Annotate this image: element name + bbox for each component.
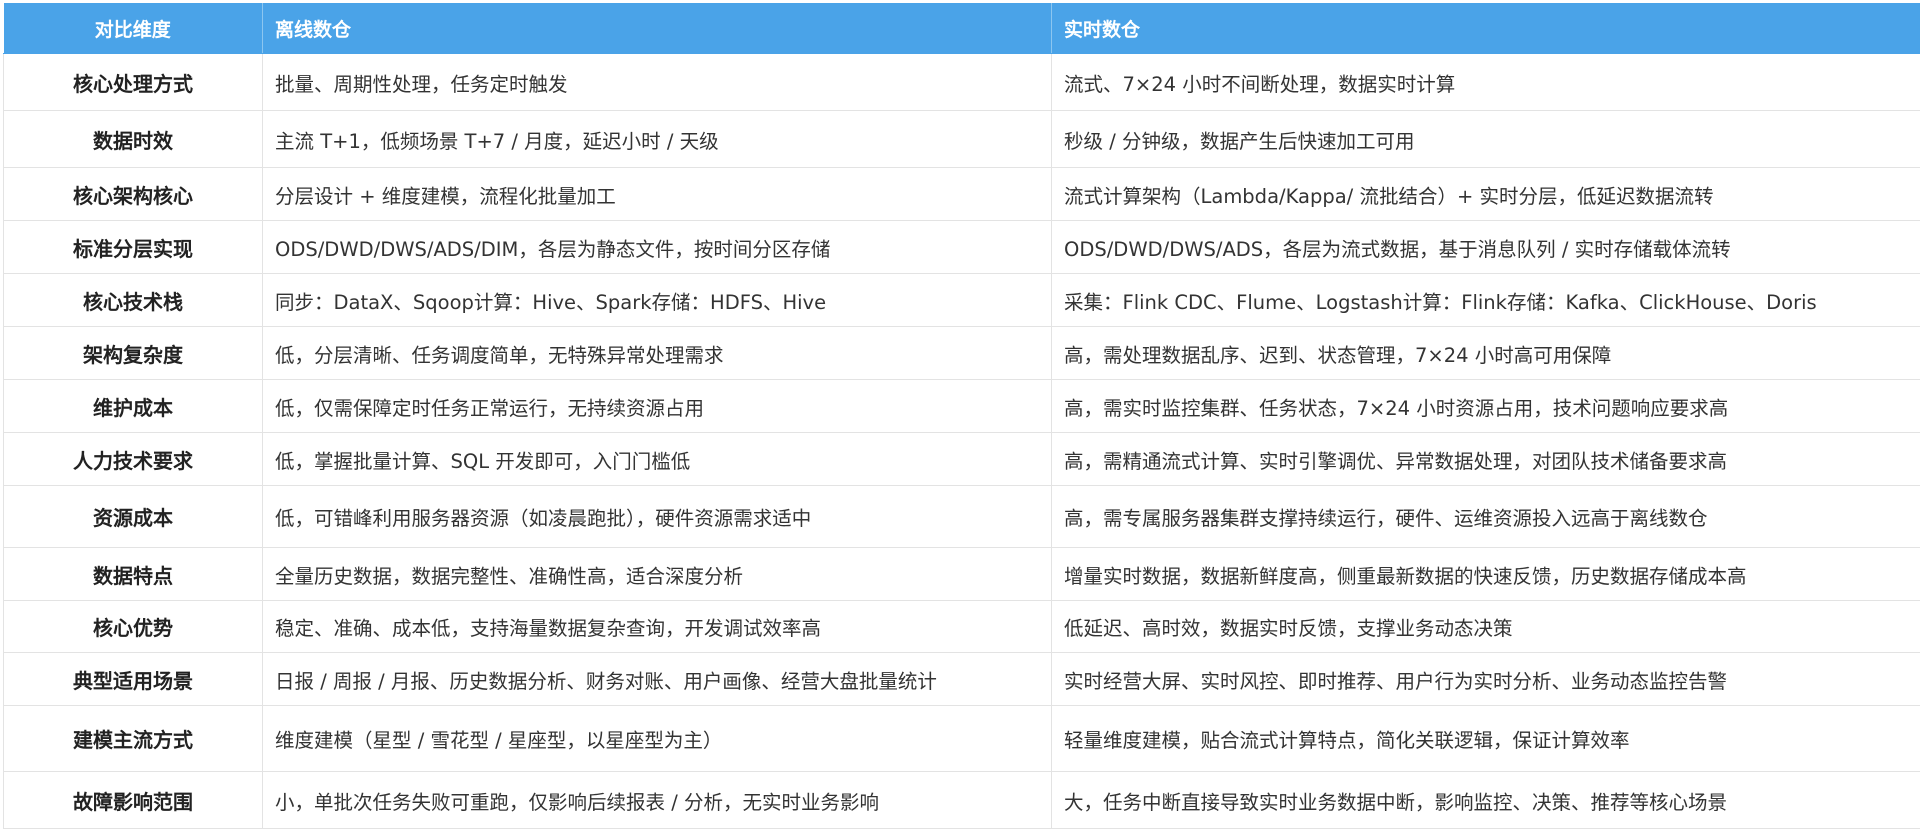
row-dimension: 典型适用场景: [3, 652, 263, 706]
table-row: 核心技术栈 同步：DataX、Sqoop计算：Hive、Spark存储：HDFS…: [3, 273, 1920, 327]
table-row: 架构复杂度 低，分层清晰、任务调度简单，无特殊异常处理需求 高，需处理数据乱序、…: [3, 326, 1920, 380]
row-dimension: 数据特点: [3, 547, 263, 601]
row-offline: 主流 T+1，低频场景 T+7 / 月度，延迟小时 / 天级: [262, 110, 1052, 168]
row-dimension: 核心架构核心: [3, 167, 263, 221]
row-realtime: 秒级 / 分钟级，数据产生后快速加工可用: [1051, 110, 1920, 168]
table-row: 数据时效 主流 T+1，低频场景 T+7 / 月度，延迟小时 / 天级 秒级 /…: [3, 110, 1920, 168]
table-row: 标准分层实现 ODS/DWD/DWS/ADS/DIM，各层为静态文件，按时间分区…: [3, 220, 1920, 274]
table-row: 典型适用场景 日报 / 周报 / 月报、历史数据分析、财务对账、用户画像、经营大…: [3, 652, 1920, 706]
header-dimension: 对比维度: [3, 3, 263, 54]
row-dimension: 核心优势: [3, 600, 263, 653]
table-row: 建模主流方式 维度建模（星型 / 雪花型 / 星座型，以星座型为主） 轻量维度建…: [3, 705, 1920, 772]
comparison-table-container: 对比维度 离线数仓 实时数仓 核心处理方式 批量、周期性处理，任务定时触发 流式…: [3, 3, 1920, 829]
row-offline: 低，掌握批量计算、SQL 开发即可，入门门槛低: [262, 432, 1052, 486]
row-dimension: 维护成本: [3, 379, 263, 433]
row-realtime: 增量实时数据，数据新鲜度高，侧重最新数据的快速反馈，历史数据存储成本高: [1051, 547, 1920, 601]
row-realtime: 轻量维度建模，贴合流式计算特点，简化关联逻辑，保证计算效率: [1051, 705, 1920, 772]
row-realtime: 流式、7×24 小时不间断处理，数据实时计算: [1051, 53, 1920, 111]
table-body: 核心处理方式 批量、周期性处理，任务定时触发 流式、7×24 小时不间断处理，数…: [3, 53, 1920, 829]
row-offline: 低，分层清晰、任务调度简单，无特殊异常处理需求: [262, 326, 1052, 380]
header-offline: 离线数仓: [262, 3, 1052, 54]
row-realtime: 高，需处理数据乱序、迟到、状态管理，7×24 小时高可用保障: [1051, 326, 1920, 380]
table-row: 核心架构核心 分层设计 + 维度建模，流程化批量加工 流式计算架构（Lambda…: [3, 167, 1920, 221]
row-offline: 低，可错峰利用服务器资源（如凌晨跑批），硬件资源需求适中: [262, 485, 1052, 548]
row-realtime: 流式计算架构（Lambda/Kappa/ 流批结合）+ 实时分层，低延迟数据流转: [1051, 167, 1920, 221]
row-offline: 批量、周期性处理，任务定时触发: [262, 53, 1052, 111]
row-offline: 全量历史数据，数据完整性、准确性高，适合深度分析: [262, 547, 1052, 601]
table-row: 维护成本 低，仅需保障定时任务正常运行，无持续资源占用 高，需实时监控集群、任务…: [3, 379, 1920, 433]
header-row: 对比维度 离线数仓 实时数仓: [3, 3, 1920, 54]
row-realtime: 高，需实时监控集群、任务状态，7×24 小时资源占用，技术问题响应要求高: [1051, 379, 1920, 433]
row-realtime: ODS/DWD/DWS/ADS，各层为流式数据，基于消息队列 / 实时存储载体流…: [1051, 220, 1920, 274]
row-offline: 低，仅需保障定时任务正常运行，无持续资源占用: [262, 379, 1052, 433]
row-dimension: 核心技术栈: [3, 273, 263, 327]
table-row: 人力技术要求 低，掌握批量计算、SQL 开发即可，入门门槛低 高，需精通流式计算…: [3, 432, 1920, 486]
row-dimension: 架构复杂度: [3, 326, 263, 380]
row-dimension: 人力技术要求: [3, 432, 263, 486]
row-realtime: 低延迟、高时效，数据实时反馈，支撑业务动态决策: [1051, 600, 1920, 653]
row-offline: 稳定、准确、成本低，支持海量数据复杂查询，开发调试效率高: [262, 600, 1052, 653]
table-row: 核心处理方式 批量、周期性处理，任务定时触发 流式、7×24 小时不间断处理，数…: [3, 53, 1920, 111]
row-offline: 同步：DataX、Sqoop计算：Hive、Spark存储：HDFS、Hive: [262, 273, 1052, 327]
row-offline: 日报 / 周报 / 月报、历史数据分析、财务对账、用户画像、经营大盘批量统计: [262, 652, 1052, 706]
row-dimension: 标准分层实现: [3, 220, 263, 274]
row-offline: 维度建模（星型 / 雪花型 / 星座型，以星座型为主）: [262, 705, 1052, 772]
row-dimension: 资源成本: [3, 485, 263, 548]
row-dimension: 建模主流方式: [3, 705, 263, 772]
table-row: 数据特点 全量历史数据，数据完整性、准确性高，适合深度分析 增量实时数据，数据新…: [3, 547, 1920, 601]
row-offline: 小，单批次任务失败可重跑，仅影响后续报表 / 分析，无实时业务影响: [262, 771, 1052, 829]
row-dimension: 数据时效: [3, 110, 263, 168]
row-realtime: 实时经营大屏、实时风控、即时推荐、用户行为实时分析、业务动态监控告警: [1051, 652, 1920, 706]
comparison-table: 对比维度 离线数仓 实时数仓 核心处理方式 批量、周期性处理，任务定时触发 流式…: [3, 3, 1920, 829]
row-dimension: 核心处理方式: [3, 53, 263, 111]
row-offline: ODS/DWD/DWS/ADS/DIM，各层为静态文件，按时间分区存储: [262, 220, 1052, 274]
row-realtime: 高，需专属服务器集群支撑持续运行，硬件、运维资源投入远高于离线数仓: [1051, 485, 1920, 548]
row-offline: 分层设计 + 维度建模，流程化批量加工: [262, 167, 1052, 221]
table-row: 故障影响范围 小，单批次任务失败可重跑，仅影响后续报表 / 分析，无实时业务影响…: [3, 771, 1920, 829]
table-row: 资源成本 低，可错峰利用服务器资源（如凌晨跑批），硬件资源需求适中 高，需专属服…: [3, 485, 1920, 548]
table-row: 核心优势 稳定、准确、成本低，支持海量数据复杂查询，开发调试效率高 低延迟、高时…: [3, 600, 1920, 653]
row-realtime: 采集：Flink CDC、Flume、Logstash计算：Flink存储：Ka…: [1051, 273, 1920, 327]
row-realtime: 大，任务中断直接导致实时业务数据中断，影响监控、决策、推荐等核心场景: [1051, 771, 1920, 829]
row-dimension: 故障影响范围: [3, 771, 263, 829]
table-header: 对比维度 离线数仓 实时数仓: [3, 3, 1920, 54]
row-realtime: 高，需精通流式计算、实时引擎调优、异常数据处理，对团队技术储备要求高: [1051, 432, 1920, 486]
header-realtime: 实时数仓: [1051, 3, 1920, 54]
